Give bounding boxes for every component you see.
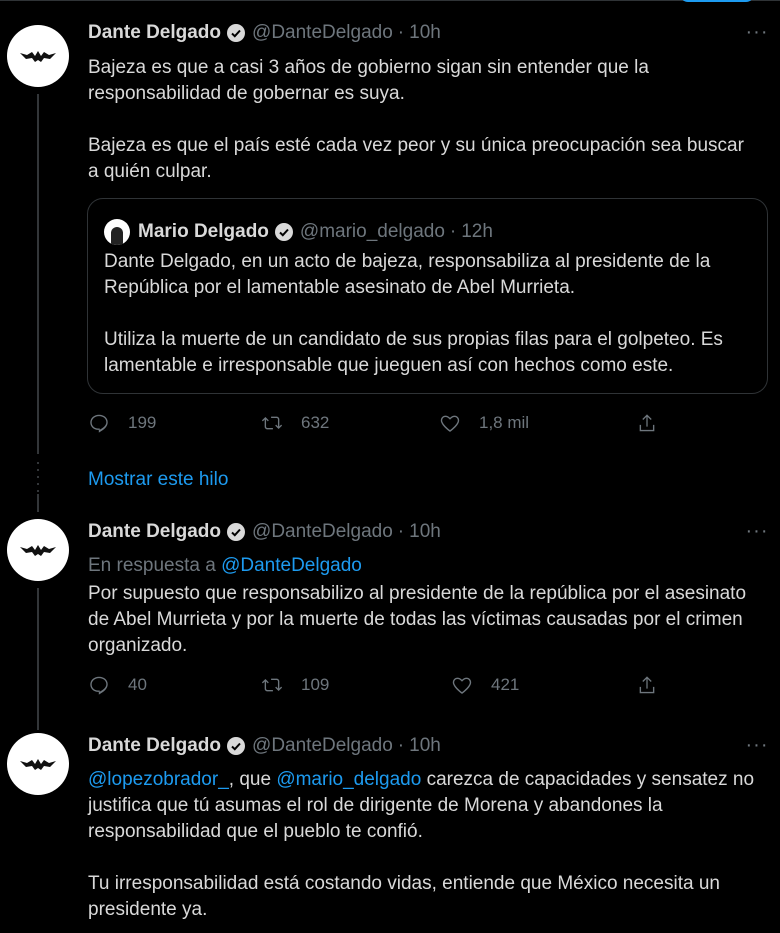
reply-context: En respuesta a @DanteDelgado	[88, 553, 758, 579]
bat-logo-icon	[20, 51, 56, 62]
tweet-text: Bajeza es que a casi 3 años de gobierno …	[88, 55, 758, 185]
retweet-count: 109	[301, 675, 330, 694]
avatar[interactable]	[7, 519, 69, 581]
tweet-text: Por supuesto que responsabilizo al presi…	[88, 581, 758, 659]
avatar[interactable]	[7, 733, 69, 795]
quoted-tweet-header: Mario Delgado @mario_delgado · 12h	[104, 219, 493, 245]
author-handle[interactable]: @DanteDelgado	[252, 22, 393, 44]
author-handle[interactable]: @DanteDelgado	[252, 521, 393, 543]
tweet-paragraph: Bajeza es que a casi 3 años de gobierno …	[88, 57, 649, 104]
like-count: 1,8 mil	[479, 413, 530, 432]
retweet-button[interactable]: 632	[261, 412, 329, 434]
more-options-icon[interactable]: ···	[742, 521, 772, 546]
retweet-count: 632	[301, 413, 330, 432]
heart-icon	[440, 415, 460, 432]
tweet-actions: 199 632 1,8 mil	[88, 412, 768, 440]
tweet-header: Dante Delgado @DanteDelgado · 10h	[88, 22, 441, 44]
tweet-time[interactable]: 10h	[409, 735, 441, 757]
top-button-edge[interactable]	[680, 0, 754, 2]
bat-logo-icon	[20, 545, 56, 556]
thread-line	[37, 494, 39, 512]
separator-dot: ·	[397, 22, 405, 43]
like-count: 421	[491, 675, 520, 694]
tweet-paragraph: Tu irresponsabilidad está costando vidas…	[88, 873, 720, 920]
quoted-paragraph: Dante Delgado, en un acto de bajeza, res…	[104, 251, 711, 298]
verified-badge-icon	[226, 736, 246, 756]
more-options-icon[interactable]: ···	[742, 22, 772, 47]
reply-prefix: En respuesta a	[88, 555, 216, 576]
like-button[interactable]: 421	[451, 674, 519, 696]
share-icon	[639, 676, 655, 694]
text-fragment: , que	[228, 769, 277, 790]
quoted-tweet[interactable]: Mario Delgado @mario_delgado · 12h Dante…	[87, 198, 768, 394]
tweet-header: Dante Delgado @DanteDelgado · 10h	[88, 735, 441, 757]
tweet-paragraph: @lopezobrador_, que @mario_delgado carez…	[88, 767, 758, 845]
verified-badge-icon	[226, 522, 246, 542]
show-thread-link[interactable]: Mostrar este hilo	[88, 469, 228, 491]
quoted-author-handle: @mario_delgado	[299, 221, 445, 242]
more-options-icon[interactable]: ···	[742, 735, 772, 760]
separator-dot: ·	[449, 221, 457, 242]
separator-dot: ·	[397, 521, 405, 542]
thread-line	[37, 588, 39, 730]
avatar[interactable]	[7, 25, 69, 87]
verified-badge-icon	[274, 222, 294, 242]
reply-icon	[90, 676, 108, 695]
mention-lopezobrador[interactable]: @lopezobrador_	[88, 769, 229, 790]
quoted-avatar	[104, 219, 130, 245]
author-name[interactable]: Dante Delgado	[88, 22, 221, 44]
like-button[interactable]: 1,8 mil	[439, 412, 529, 434]
tweet-header: Dante Delgado @DanteDelgado · 10h	[88, 521, 441, 543]
tweet-paragraph: Bajeza es que el país esté cada vez peor…	[88, 135, 744, 182]
author-handle[interactable]: @DanteDelgado	[252, 735, 393, 757]
tweet-time[interactable]: 10h	[409, 22, 441, 44]
reply-button[interactable]: 199	[88, 412, 156, 434]
heart-icon	[452, 677, 472, 694]
tweet-actions: 40 109 421	[88, 674, 768, 702]
share-button[interactable]	[636, 674, 658, 696]
bat-logo-icon	[20, 759, 56, 770]
reply-count: 40	[128, 675, 147, 694]
quoted-paragraph: Utiliza la muerte de un candidato de sus…	[104, 329, 723, 376]
tweet-text: @lopezobrador_, que @mario_delgado carez…	[88, 767, 758, 923]
author-name[interactable]: Dante Delgado	[88, 735, 221, 757]
retweet-icon	[261, 678, 283, 692]
share-button[interactable]	[636, 412, 658, 434]
share-icon	[639, 414, 655, 432]
thread-line	[37, 94, 39, 454]
reply-count: 199	[128, 413, 157, 432]
reply-button[interactable]: 40	[88, 674, 147, 696]
thread-gap-dots	[37, 462, 39, 497]
mention-mario-delgado[interactable]: @mario_delgado	[276, 769, 421, 790]
tweet-paragraph: Por supuesto que responsabilizo al presi…	[88, 583, 747, 656]
quoted-tweet-text: Dante Delgado, en un acto de bajeza, res…	[104, 249, 754, 379]
reply-to-mention[interactable]: @DanteDelgado	[221, 555, 362, 576]
top-divider	[0, 0, 780, 1]
separator-dot: ·	[397, 735, 405, 756]
retweet-icon	[261, 416, 283, 430]
reply-icon	[90, 414, 108, 433]
author-name[interactable]: Dante Delgado	[88, 521, 221, 543]
tweet-time[interactable]: 10h	[409, 521, 441, 543]
quoted-author-name: Mario Delgado	[138, 221, 269, 242]
retweet-button[interactable]: 109	[261, 674, 329, 696]
verified-badge-icon	[226, 23, 246, 43]
quoted-tweet-time: 12h	[461, 221, 493, 242]
